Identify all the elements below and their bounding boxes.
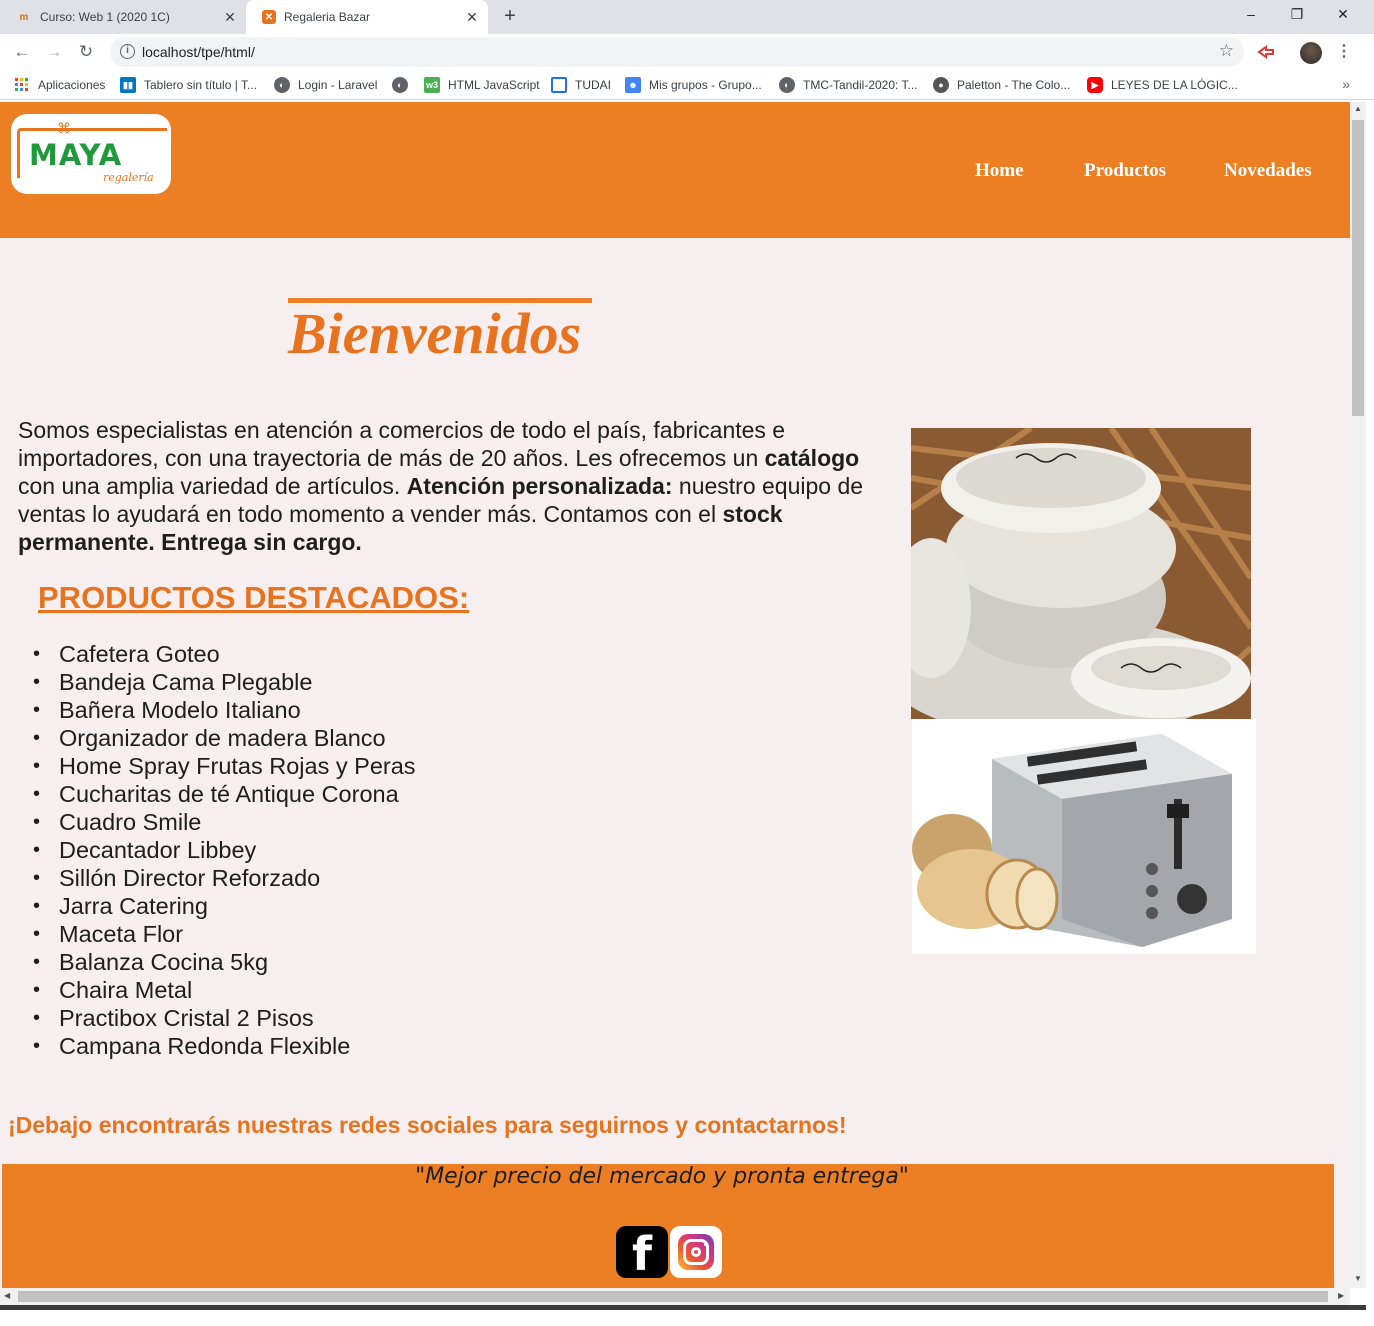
- nav-home[interactable]: Home: [975, 160, 1024, 182]
- bookmark-html-javascript[interactable]: w3 HTML JavaScript: [424, 76, 540, 94]
- scroll-left-arrow-icon[interactable]: ◀: [4, 1291, 10, 1300]
- xampp-icon: ✕: [262, 10, 276, 24]
- list-item: Decantador Libbey: [30, 836, 416, 864]
- paletton-icon: ●: [933, 77, 949, 93]
- bookmark-label: HTML JavaScript: [448, 78, 540, 92]
- social-callout: ¡Debajo encontrarás nuestras redes socia…: [8, 1112, 847, 1138]
- scroll-right-arrow-icon[interactable]: ▶: [1338, 1291, 1344, 1300]
- groups-icon: ☻: [625, 77, 641, 93]
- maya-logo[interactable]: ⌘ MAYA regalería: [11, 114, 171, 194]
- list-item: Home Spray Frutas Rojas y Peras: [30, 752, 416, 780]
- tudai-icon: [551, 77, 567, 93]
- intro-paragraph: Somos especialistas en atención a comerc…: [18, 417, 864, 555]
- browser-toolbar: ← → ↻ i localhost/tpe/html/ ☆: [0, 34, 1374, 70]
- bookmark-tmc-tandil[interactable]: ◐ TMC-Tandil-2020: T...: [779, 76, 918, 94]
- horizontal-scroll-thumb[interactable]: [18, 1291, 1328, 1302]
- globe-icon: ◐: [392, 77, 408, 93]
- list-item: Cuadro Smile: [30, 808, 416, 836]
- gift-bow-icon: ⌘: [57, 120, 71, 136]
- w3-icon: w3: [424, 77, 440, 93]
- extension-icon[interactable]: [1256, 42, 1276, 62]
- bookmark-label: Aplicaciones: [38, 78, 106, 92]
- list-item: Cafetera Goteo: [30, 640, 416, 668]
- tab-regaleria-bazar[interactable]: ✕ Regaleria Bazar ✕: [246, 0, 488, 34]
- bookmarks-bar: Aplicaciones ▮▮ Tablero sin título | T..…: [0, 70, 1374, 100]
- bookmark-aplicaciones[interactable]: Aplicaciones: [14, 76, 105, 94]
- list-item: Maceta Flor: [30, 920, 416, 948]
- moodle-icon: m: [19, 11, 29, 23]
- scroll-down-arrow-icon[interactable]: ▼: [1353, 1274, 1363, 1283]
- page-viewport: ⌘ MAYA regalería Home Productos Novedade…: [0, 102, 1350, 1288]
- info-icon[interactable]: i: [120, 44, 135, 59]
- bookmark-paletton[interactable]: ● Paletton - The Colo...: [933, 76, 1070, 94]
- bookmark-laravel[interactable]: ◐ Login - Laravel: [274, 76, 377, 94]
- bookmark-label: LEYES DE LA LÓGIC...: [1111, 78, 1238, 92]
- profile-avatar[interactable]: [1300, 42, 1322, 64]
- list-item: Bañera Modelo Italiano: [30, 696, 416, 724]
- reload-icon[interactable]: ↻: [74, 40, 98, 64]
- apps-grid-icon: [15, 78, 28, 91]
- bookmark-leyes-logica[interactable]: ▶ LEYES DE LA LÓGIC...: [1087, 76, 1238, 94]
- list-item: Jarra Catering: [30, 892, 416, 920]
- site-footer: "Mejor precio del mercado y pronta entre…: [2, 1164, 1334, 1288]
- site-header: ⌘ MAYA regalería Home Productos Novedade…: [0, 102, 1350, 238]
- url-text[interactable]: localhost/tpe/html/: [142, 44, 255, 60]
- list-item: Organizador de madera Blanco: [30, 724, 416, 752]
- back-arrow-icon[interactable]: ←: [10, 40, 34, 64]
- youtube-icon: ▶: [1087, 77, 1103, 93]
- slogan: "Mejor precio del mercado y pronta entre…: [415, 1164, 909, 1189]
- list-item: Balanza Cocina 5kg: [30, 948, 416, 976]
- more-bookmarks-button[interactable]: »: [1342, 76, 1350, 92]
- bookmark-label: Tablero sin título | T...: [144, 78, 257, 92]
- logo-subtitle: regalería: [103, 171, 154, 184]
- list-item: Cucharitas de té Antique Corona: [30, 780, 416, 808]
- bookmark-label: TMC-Tandil-2020: T...: [803, 78, 918, 92]
- list-item: Chaira Metal: [30, 976, 416, 1004]
- featured-products-title: PRODUCTOS DESTACADOS:: [38, 580, 470, 615]
- taskbar-edge: [0, 1305, 1366, 1310]
- nav-novedades[interactable]: Novedades: [1224, 160, 1312, 182]
- close-icon[interactable]: ✕: [462, 9, 482, 26]
- bookmark-label: Paletton - The Colo...: [957, 78, 1071, 92]
- close-window-button[interactable]: ✕: [1320, 0, 1366, 30]
- bookmark-trello[interactable]: ▮▮ Tablero sin título | T...: [120, 76, 257, 94]
- globe-icon: ◐: [779, 77, 795, 93]
- restore-button[interactable]: ❐: [1274, 0, 1320, 30]
- globe-icon: ◐: [274, 77, 290, 93]
- bookmark-label: TUDAI: [575, 78, 611, 92]
- vertical-scrollbar[interactable]: ▲ ▼: [1350, 102, 1366, 1288]
- bookmark-globe[interactable]: ◐: [392, 76, 416, 94]
- bowls-basket-image: [911, 428, 1251, 719]
- featured-products-list: Cafetera Goteo Bandeja Cama Plegable Bañ…: [30, 640, 416, 1060]
- list-item: Practibox Cristal 2 Pisos: [30, 1004, 416, 1032]
- minimize-button[interactable]: –: [1228, 0, 1274, 30]
- bookmark-mis-grupos[interactable]: ☻ Mis grupos - Grupo...: [625, 76, 762, 94]
- tab-title: Curso: Web 1 (2020 1C): [40, 10, 170, 24]
- scroll-up-arrow-icon[interactable]: ▲: [1353, 104, 1363, 113]
- list-item: Bandeja Cama Plegable: [30, 668, 416, 696]
- address-bar[interactable]: i localhost/tpe/html/ ☆: [110, 37, 1244, 67]
- facebook-icon[interactable]: f: [616, 1226, 668, 1281]
- tab-curso-web[interactable]: m Curso: Web 1 (2020 1C) ✕: [0, 0, 246, 34]
- tab-title: Regaleria Bazar: [284, 10, 371, 24]
- toaster-image: [912, 719, 1256, 954]
- welcome-heading: Bienvenidos: [288, 301, 582, 366]
- close-icon[interactable]: ✕: [220, 9, 240, 26]
- instagram-icon[interactable]: [670, 1226, 722, 1278]
- trello-icon: ▮▮: [120, 77, 136, 93]
- bookmark-label: Login - Laravel: [298, 78, 378, 92]
- bookmark-tudai[interactable]: TUDAI: [551, 76, 611, 94]
- list-item: Campana Redonda Flexible: [30, 1032, 416, 1060]
- new-tab-button[interactable]: +: [498, 5, 522, 29]
- vertical-scroll-thumb[interactable]: [1352, 120, 1364, 416]
- list-item: Sillón Director Reforzado: [30, 864, 416, 892]
- logo-brand: MAYA: [29, 138, 123, 172]
- bookmark-star-icon[interactable]: ☆: [1219, 41, 1234, 61]
- bookmark-label: Mis grupos - Grupo...: [649, 78, 762, 92]
- menu-dots-icon[interactable]: ⋮: [1336, 40, 1352, 64]
- horizontal-scrollbar[interactable]: ◀ ▶: [0, 1288, 1350, 1305]
- forward-arrow-icon[interactable]: →: [42, 40, 66, 64]
- tab-strip: m Curso: Web 1 (2020 1C) ✕ ✕ Regaleria B…: [0, 0, 1374, 34]
- nav-productos[interactable]: Productos: [1084, 160, 1166, 182]
